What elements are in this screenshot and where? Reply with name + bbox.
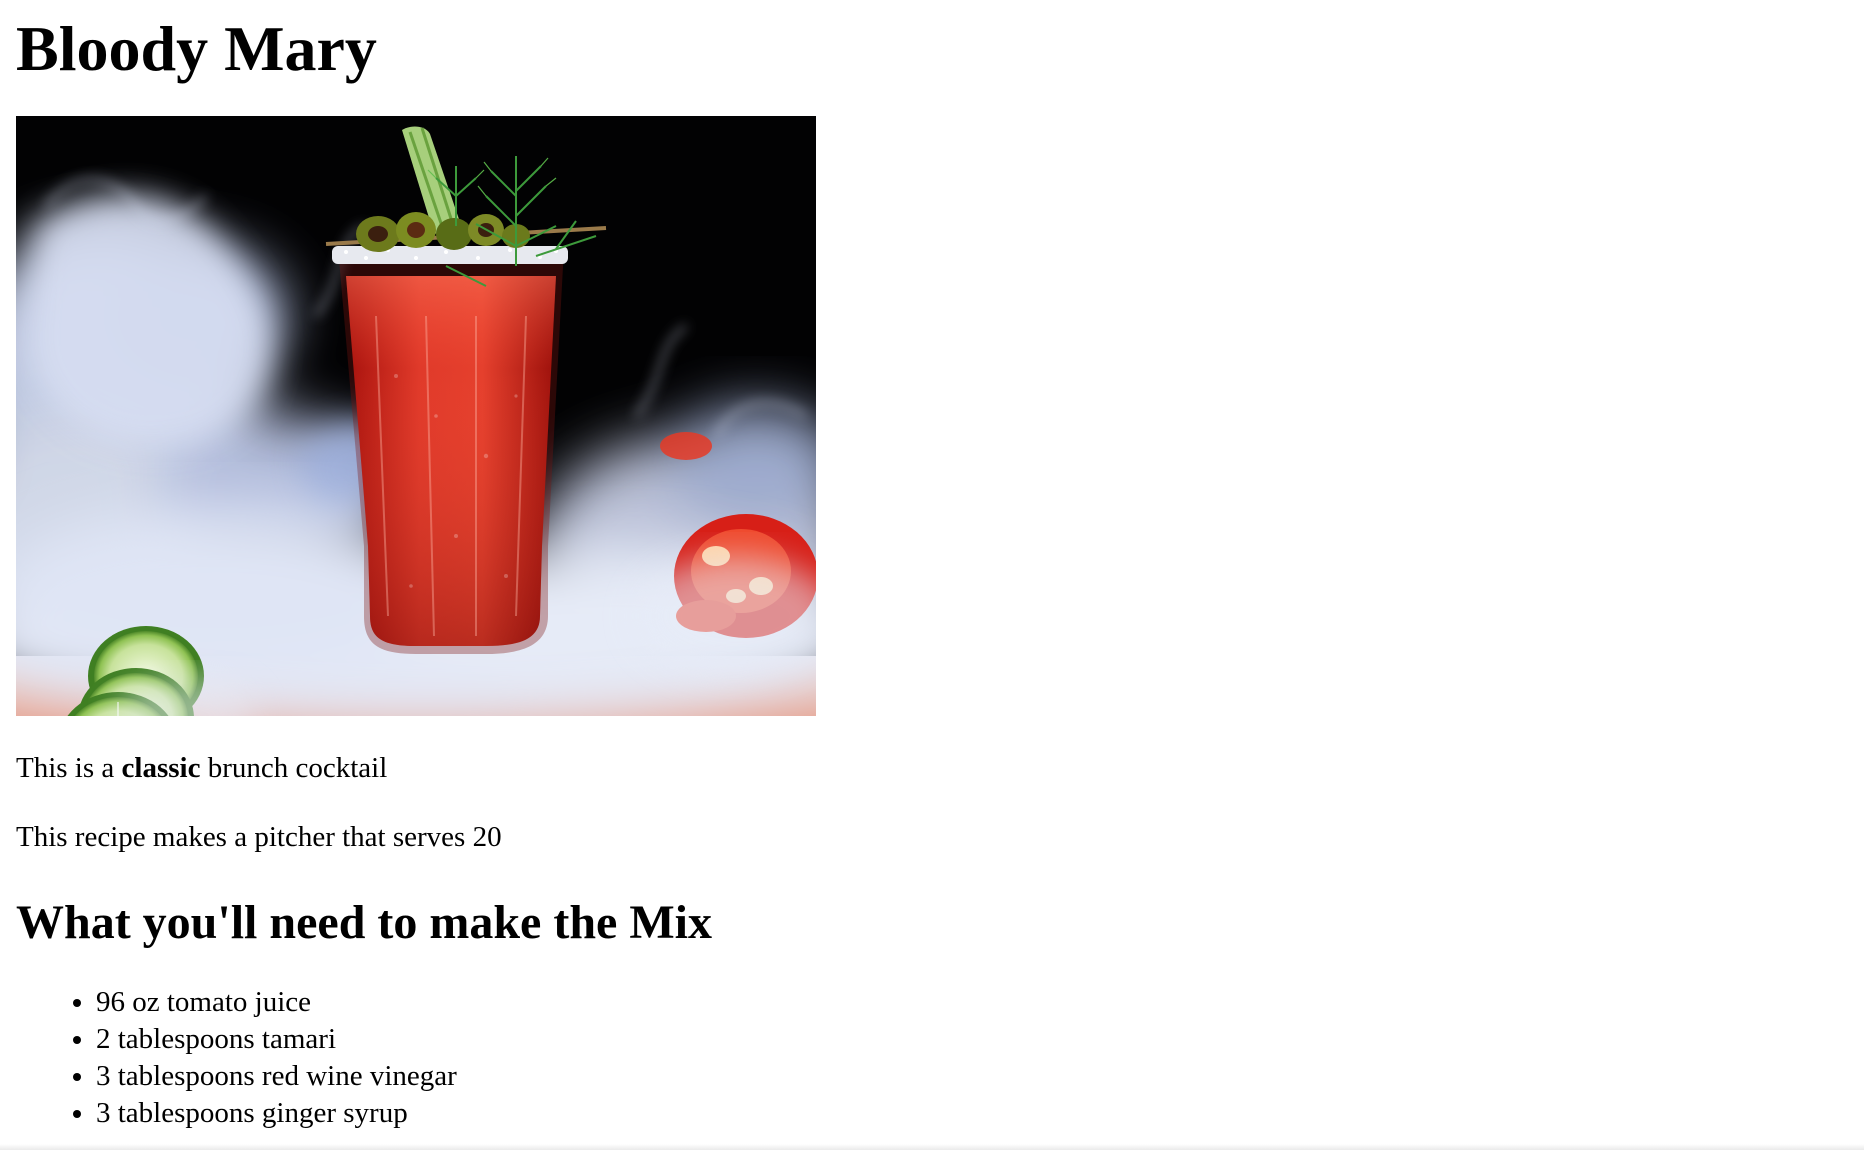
section-heading: What you'll need to make the Mix (16, 896, 712, 949)
intro-text-after: brunch cocktail (200, 752, 388, 784)
page-title: Bloody Mary (16, 13, 377, 84)
list-item: 2 tablespoons tamari (96, 1021, 1848, 1058)
serves-text: This recipe makes a pitcher that serves … (16, 821, 502, 853)
scroll-edge (0, 1144, 1864, 1150)
intro-emphasis: classic (121, 752, 201, 784)
intro-text-before: This is a (16, 752, 122, 784)
intro-text: This is a classic brunch cocktail (16, 750, 1848, 786)
page-content: Bloody Mary This is a classic brunch coc… (16, 0, 1848, 1132)
cocktail-image (16, 116, 816, 716)
ingredient-list: 96 oz tomato juice 2 tablespoons tamari … (16, 984, 1848, 1132)
list-item: 96 oz tomato juice (96, 984, 1848, 1021)
list-item: 3 tablespoons red wine vinegar (96, 1058, 1848, 1095)
list-item: 3 tablespoons ginger syrup (96, 1095, 1848, 1132)
